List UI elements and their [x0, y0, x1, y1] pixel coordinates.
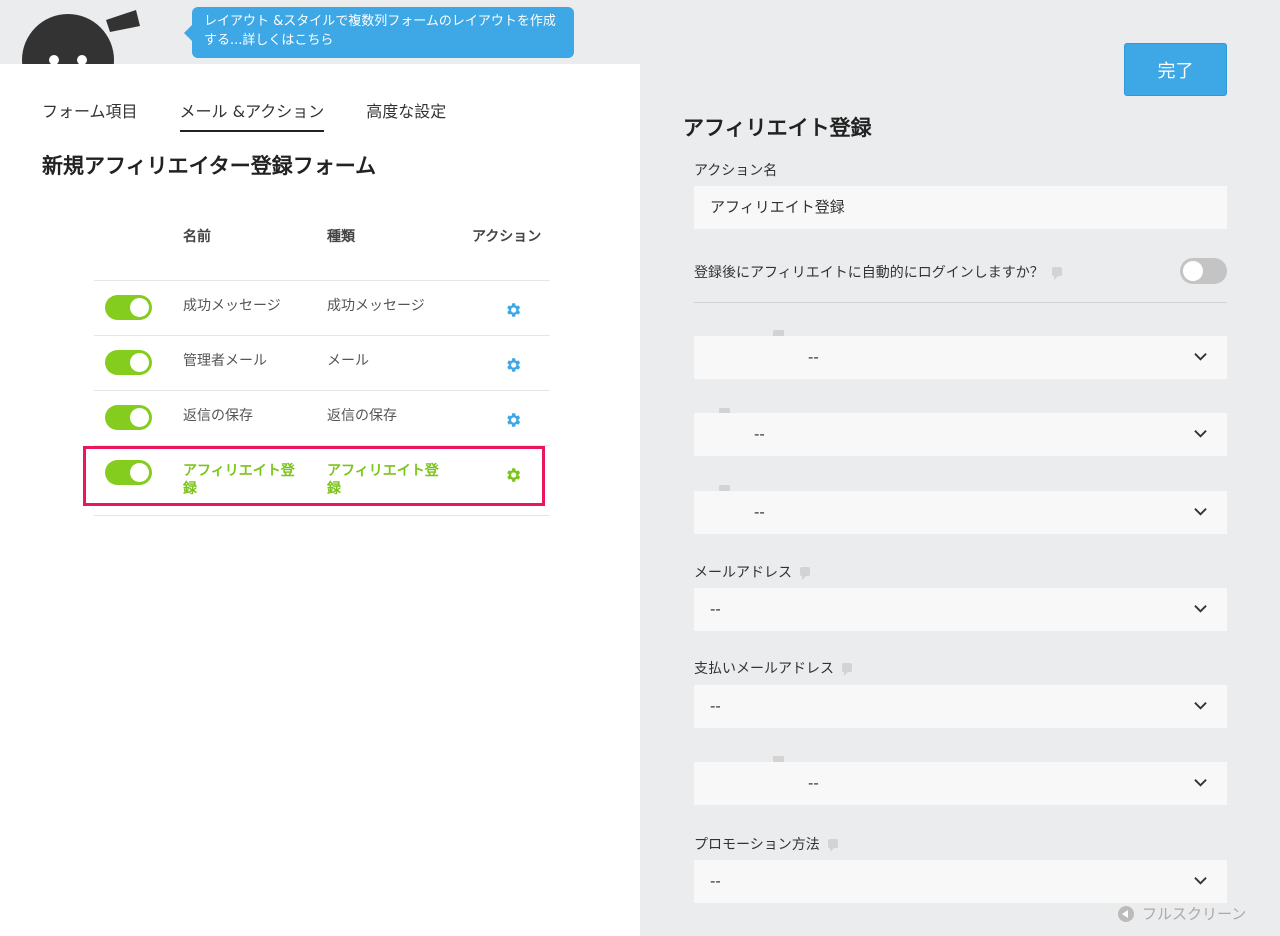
tab-emails-actions[interactable]: メール &アクション [179, 98, 325, 132]
help-bubble-icon[interactable] [1051, 267, 1062, 280]
form-builder-panel: フォーム項目 メール &アクション 高度な設定 新規アフィリエイター登録フォーム… [0, 64, 640, 936]
table-row: 返信の保存 返信の保存 [94, 391, 550, 446]
chevron-down-icon [1194, 779, 1207, 787]
gear-icon[interactable] [504, 411, 522, 429]
field-select-1[interactable]: -- [694, 336, 1227, 379]
payment-email-label-text: 支払いメールアドレス [694, 661, 834, 677]
column-header-type: 種類 [327, 229, 355, 245]
fullscreen-button[interactable]: フルスクリーン [1118, 903, 1246, 924]
auto-login-label: 登録後にアフィリエイトに自動的にログインしますか？ [694, 262, 1062, 282]
email-label-text: メールアドレス [694, 565, 792, 581]
action-type: 返信の保存 [327, 408, 397, 424]
gear-icon[interactable] [504, 301, 522, 319]
select-value: -- [710, 697, 721, 715]
promotion-method-label-text: プロモーション方法 [694, 837, 820, 853]
action-enable-toggle[interactable] [105, 460, 152, 485]
promotion-method-label: プロモーション方法 [694, 834, 838, 854]
select-value: -- [754, 425, 765, 443]
action-enable-toggle[interactable] [105, 295, 152, 320]
action-type: 成功メッセージ [327, 298, 425, 314]
select-value: -- [808, 348, 819, 366]
column-header-action: アクション [472, 229, 542, 245]
action-name: 返信の保存 [183, 408, 253, 424]
chevron-down-icon [1194, 605, 1207, 613]
tooltip-text: レイアウト &スタイルで複数列フォームのレイアウトを作成する...詳しくはこちら [204, 14, 556, 48]
action-type: アフィリエイト登録 [327, 463, 439, 497]
auto-login-toggle[interactable] [1180, 258, 1227, 284]
select-value: -- [754, 503, 765, 521]
gear-icon[interactable] [504, 466, 522, 484]
action-enable-toggle[interactable] [105, 350, 152, 375]
field-select-2[interactable]: -- [694, 413, 1227, 456]
action-name: アフィリエイト登録 [183, 463, 295, 497]
action-name: 成功メッセージ [183, 298, 281, 314]
done-button[interactable]: 完了 [1124, 43, 1227, 96]
layout-tip-tooltip[interactable]: レイアウト &スタイルで複数列フォームのレイアウトを作成する...詳しくはこちら [184, 7, 574, 58]
builder-tabs: フォーム項目 メール &アクション 高度な設定 [42, 98, 488, 132]
fullscreen-label: フルスクリーン [1142, 905, 1247, 923]
action-type: メール [327, 353, 369, 369]
email-select[interactable]: -- [694, 588, 1227, 631]
action-name-input[interactable]: アフィリエイト登録 [694, 186, 1227, 229]
collapse-arrow-icon [1118, 905, 1134, 922]
column-header-name: 名前 [183, 229, 211, 245]
action-name: 管理者メール [183, 353, 267, 369]
actions-table: 名前 種類 アクション 成功メッセージ 成功メッセージ 管理者メール メール 返… [94, 224, 550, 516]
divider [694, 302, 1227, 303]
table-row: 成功メッセージ 成功メッセージ [94, 281, 550, 336]
payment-email-label: 支払いメールアドレス [694, 658, 852, 678]
action-settings-title: アフィリエイト登録 [683, 116, 872, 140]
form-title: 新規アフィリエイター登録フォーム [42, 154, 377, 178]
chevron-down-icon [1194, 430, 1207, 438]
help-bubble-icon[interactable] [842, 663, 852, 676]
payment-email-select[interactable]: -- [694, 685, 1227, 728]
auto-login-label-text: 登録後にアフィリエイトに自動的にログインしますか？ [694, 265, 1044, 281]
email-label: メールアドレス [694, 562, 810, 582]
table-row-affiliate[interactable]: アフィリエイト登録 アフィリエイト登録 [94, 446, 550, 516]
chevron-down-icon [1194, 702, 1207, 710]
promotion-method-select[interactable]: -- [694, 860, 1227, 903]
ninja-mascot-logo [18, 0, 148, 66]
select-value: -- [710, 600, 721, 618]
action-name-label: アクション名 [694, 163, 778, 179]
tab-advanced-settings[interactable]: 高度な設定 [366, 98, 446, 132]
action-enable-toggle[interactable] [105, 405, 152, 430]
chevron-down-icon [1194, 353, 1207, 361]
table-row: 管理者メール メール [94, 336, 550, 391]
table-header-row: 名前 種類 アクション [94, 224, 550, 281]
gear-icon[interactable] [504, 356, 522, 374]
field-select-6[interactable]: -- [694, 762, 1227, 805]
help-bubble-icon[interactable] [800, 567, 810, 580]
field-select-3[interactable]: -- [694, 491, 1227, 534]
chevron-down-icon [1194, 508, 1207, 516]
select-value: -- [808, 774, 819, 792]
select-value: -- [710, 872, 721, 890]
chevron-down-icon [1194, 877, 1207, 885]
help-bubble-icon[interactable] [827, 839, 838, 852]
tab-form-fields[interactable]: フォーム項目 [42, 98, 138, 132]
